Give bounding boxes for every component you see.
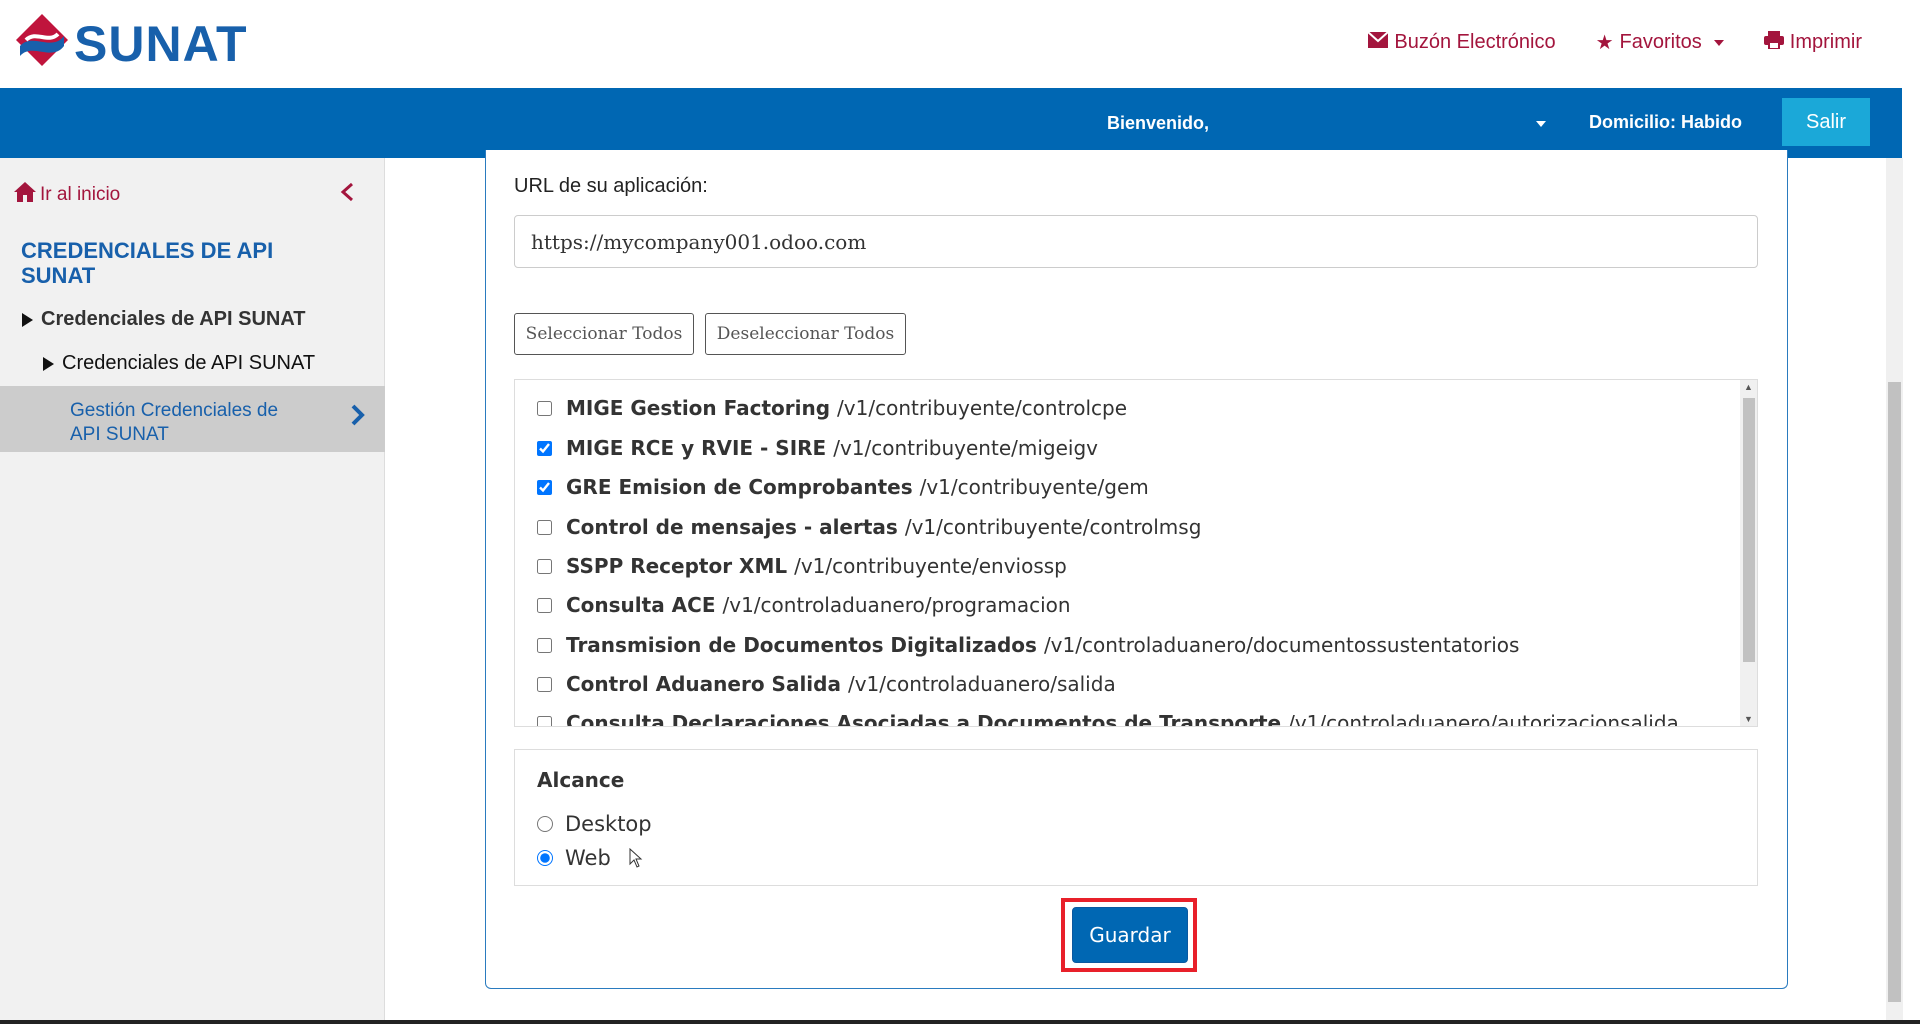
sunat-logo[interactable]: SUNAT	[12, 12, 248, 76]
bottom-border	[0, 1020, 1920, 1024]
radio-label: Web	[565, 846, 611, 870]
star-icon: ★	[1595, 32, 1614, 54]
home-link[interactable]: Ir al inicio	[14, 182, 120, 208]
scope-option-desktop[interactable]: Desktop	[537, 812, 652, 836]
logout-button[interactable]: Salir	[1782, 98, 1870, 146]
collapse-sidebar-icon[interactable]	[340, 182, 354, 208]
api-name: Consulta ACE	[566, 593, 716, 617]
api-name: Consulta Declaraciones Asociadas a Docum…	[566, 711, 1282, 727]
api-name: GRE Emision de Comprobantes	[566, 475, 913, 499]
api-list[interactable]: MIGE Gestion Factoring /v1/contribuyente…	[514, 379, 1758, 727]
list-item[interactable]: Transmision de Documentos Digitalizados …	[537, 633, 1519, 657]
list-item[interactable]: MIGE RCE y RVIE - SIRE /v1/contribuyente…	[537, 436, 1098, 460]
buzon-link[interactable]: Buzón Electrónico	[1367, 30, 1556, 55]
api-checkbox[interactable]	[537, 676, 552, 692]
select-all-button[interactable]: Seleccionar Todos	[514, 313, 694, 355]
list-item[interactable]: Control Aduanero Salida /v1/controladuan…	[537, 672, 1116, 696]
api-checkbox[interactable]	[537, 597, 552, 613]
sidebar-title: CREDENCIALES DE API SUNAT	[21, 238, 274, 288]
printer-icon	[1763, 30, 1784, 55]
list-item[interactable]: Consulta Declaraciones Asociadas a Docum…	[537, 711, 1679, 727]
url-label: URL de su aplicación:	[514, 175, 708, 197]
api-checkbox[interactable]	[537, 637, 552, 653]
desktop-radio[interactable]	[537, 816, 553, 832]
radio-label: Desktop	[565, 812, 652, 836]
sunat-logo-mark	[12, 12, 72, 76]
mouse-cursor-icon	[629, 848, 643, 868]
sidebar-item-label: Gestión Credenciales de API SUNAT	[70, 400, 279, 445]
api-path: /v1/contribuyente/controlcpe	[837, 396, 1128, 420]
expand-triangle-icon	[43, 356, 54, 371]
api-path: /v1/controladuanero/autorizacionsalida	[1288, 711, 1679, 727]
user-bar: Bienvenido, Domicilio: Habido Salir	[0, 88, 1902, 158]
sidebar-item-label: Credenciales de API SUNAT	[41, 308, 306, 330]
sidebar-item-credenciales[interactable]: Credenciales de API SUNAT	[22, 308, 306, 331]
api-name: MIGE Gestion Factoring	[566, 396, 831, 420]
sidebar-subitem-credenciales[interactable]: Credenciales de API SUNAT	[43, 352, 315, 375]
scope-title: Alcance	[537, 768, 625, 792]
sidebar-item-label: Credenciales de API SUNAT	[62, 352, 316, 374]
scroll-down-arrow-icon[interactable]: ▼	[1744, 714, 1753, 724]
domicilio-status: Domicilio: Habido	[1589, 112, 1742, 132]
scope-section: Alcance Desktop Web	[514, 749, 1758, 886]
scope-option-web[interactable]: Web	[537, 846, 611, 870]
envelope-icon	[1367, 31, 1390, 54]
list-item[interactable]: GRE Emision de Comprobantes /v1/contribu…	[537, 475, 1149, 499]
list-item[interactable]: Control de mensajes - alertas /v1/contri…	[537, 515, 1201, 539]
api-path: /v1/contribuyente/enviossp	[794, 554, 1067, 578]
api-path: /v1/contribuyente/controlmsg	[904, 515, 1202, 539]
list-item[interactable]: MIGE Gestion Factoring /v1/contribuyente…	[537, 396, 1127, 420]
favoritos-label: Favoritos	[1619, 31, 1702, 53]
scrollbar-thumb[interactable]	[1743, 398, 1755, 662]
sidebar-item-gestion-active[interactable]: Gestión Credenciales de API SUNAT	[0, 386, 385, 452]
list-item[interactable]: Consulta ACE /v1/controladuanero/program…	[537, 593, 1071, 617]
welcome-text: Bienvenido,	[1107, 113, 1210, 133]
api-list-scrollbar[interactable]: ▲ ▼	[1740, 380, 1757, 726]
api-name: Transmision de Documentos Digitalizados	[566, 633, 1037, 657]
api-checkbox[interactable]	[537, 715, 552, 726]
api-name: MIGE RCE y RVIE - SIRE	[566, 436, 827, 460]
list-item[interactable]: SSPP Receptor XML /v1/contribuyente/envi…	[537, 554, 1067, 578]
logo-text: SUNAT	[74, 16, 248, 72]
api-checkbox[interactable]	[537, 558, 552, 574]
chevron-right-icon	[350, 402, 366, 434]
chevron-down-icon	[1713, 39, 1724, 46]
web-radio[interactable]	[537, 850, 553, 866]
api-checkbox[interactable]	[537, 400, 552, 416]
save-button[interactable]: Guardar	[1072, 907, 1188, 963]
api-path: /v1/contribuyente/gem	[919, 475, 1149, 499]
expand-triangle-icon	[22, 312, 33, 327]
page-scrollbar[interactable]	[1886, 158, 1903, 1024]
home-icon	[14, 182, 36, 208]
api-name: Control Aduanero Salida	[566, 672, 841, 696]
api-path: /v1/controladuanero/documentossustentato…	[1043, 633, 1520, 657]
scrollbar-thumb[interactable]	[1888, 382, 1901, 1002]
imprimir-label: Imprimir	[1789, 31, 1862, 53]
api-name: SSPP Receptor XML	[566, 554, 788, 578]
favoritos-dropdown[interactable]: ★ Favoritos	[1596, 30, 1724, 55]
buzon-label: Buzón Electrónico	[1394, 31, 1556, 53]
api-checkbox[interactable]	[537, 519, 552, 535]
api-checkbox[interactable]	[537, 479, 552, 495]
imprimir-link[interactable]: Imprimir	[1763, 30, 1862, 55]
user-menu-chevron-icon[interactable]	[1536, 121, 1546, 127]
api-name: Control de mensajes - alertas	[566, 515, 898, 539]
api-path: /v1/controladuanero/programacion	[722, 593, 1071, 617]
sidebar: Ir al inicio CREDENCIALES DE API SUNAT C…	[0, 158, 385, 1024]
top-header: SUNAT Buzón Electrónico ★ Favoritos Impr…	[0, 0, 1902, 88]
home-label: Ir al inicio	[40, 184, 121, 205]
scroll-up-arrow-icon[interactable]: ▲	[1744, 382, 1753, 392]
top-links: Buzón Electrónico ★ Favoritos Imprimir	[1367, 30, 1862, 55]
api-path: /v1/contribuyente/migeigv	[833, 436, 1098, 460]
api-path: /v1/controladuanero/salida	[847, 672, 1116, 696]
url-input[interactable]	[514, 215, 1758, 268]
deselect-all-button[interactable]: Deseleccionar Todos	[705, 313, 906, 355]
api-checkbox[interactable]	[537, 440, 552, 456]
